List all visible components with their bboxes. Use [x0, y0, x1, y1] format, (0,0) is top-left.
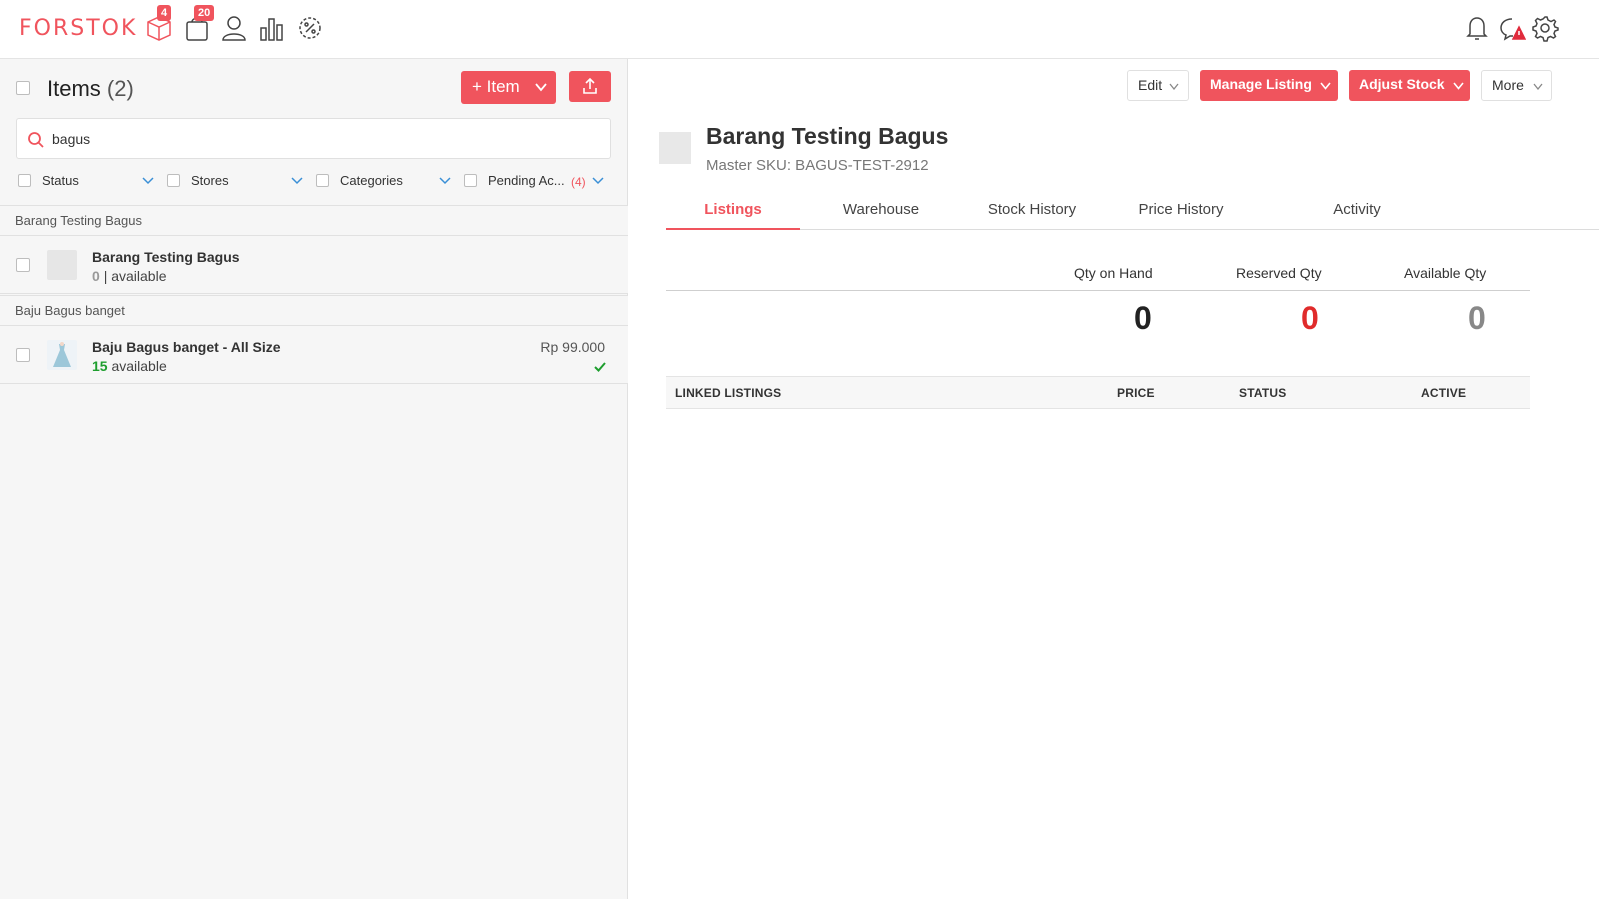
search-box[interactable]: bagus — [16, 118, 611, 159]
product-sku: Master SKU: BAGUS-TEST-2912 — [706, 157, 929, 174]
item-available-label: available — [111, 358, 167, 374]
adjust-stock-button[interactable]: Adjust Stock — [1349, 70, 1470, 101]
available-qty-value: 0 — [1468, 300, 1486, 336]
alerts-button[interactable] — [1498, 14, 1527, 42]
item-thumbnail — [47, 250, 77, 280]
nav-reports[interactable] — [258, 14, 286, 42]
more-label: More — [1492, 77, 1524, 93]
manage-listing-button[interactable]: Manage Listing — [1200, 70, 1338, 101]
chevron-down-icon[interactable] — [142, 177, 154, 185]
linked-listings-header: LINKED LISTINGS PRICE STATUS ACTIVE — [666, 376, 1530, 409]
chevron-down-icon[interactable] — [291, 177, 303, 185]
edit-button[interactable]: Edit — [1127, 70, 1189, 101]
categories-filter-label[interactable]: Categories — [340, 173, 403, 188]
item-detail-panel: Edit Manage Listing Adjust Stock More Ba… — [628, 59, 1599, 899]
list-item[interactable]: Baju Bagus banget - All Size 15 availabl… — [0, 326, 628, 384]
upload-icon — [583, 77, 597, 94]
bar-chart-icon — [260, 18, 283, 41]
nav-badge: 20 — [194, 5, 215, 21]
items-title: Items (2) — [47, 76, 134, 102]
item-qty: 15 — [92, 358, 108, 374]
available-qty-label: Available Qty — [1404, 265, 1487, 281]
item-name[interactable]: Barang Testing Bagus — [92, 249, 240, 265]
dress-image-icon — [53, 342, 71, 367]
forstok-logo[interactable]: FORSTOK — [19, 16, 137, 41]
items-count: (2) — [106, 76, 134, 101]
reserved-qty-label: Reserved Qty — [1236, 265, 1322, 281]
pending-filter-checkbox[interactable] — [464, 174, 477, 187]
col-price: PRICE — [1117, 386, 1155, 400]
nav-promotions[interactable] — [296, 14, 324, 42]
search-icon — [28, 132, 44, 148]
notifications-button[interactable] — [1463, 14, 1491, 42]
categories-filter-checkbox[interactable] — [316, 174, 329, 187]
product-thumbnail — [659, 132, 691, 164]
qty-on-hand-value: 0 — [1134, 300, 1152, 336]
top-navbar: FORSTOK 4 20 — [0, 0, 1599, 59]
bell-icon — [1466, 17, 1488, 40]
product-title: Barang Testing Bagus — [706, 123, 949, 149]
select-all-checkbox[interactable] — [16, 81, 30, 95]
export-button[interactable] — [569, 71, 611, 102]
nav-orders[interactable]: 20 — [183, 5, 215, 42]
nav-badge: 4 — [157, 5, 172, 21]
reserved-qty-value: 0 — [1301, 300, 1319, 336]
col-status: STATUS — [1239, 386, 1287, 400]
chevron-down-icon — [1453, 82, 1464, 90]
group-header: Baju Bagus banget — [0, 295, 628, 326]
chevron-down-icon — [535, 83, 547, 92]
pending-count: (4) — [571, 175, 586, 189]
group-header: Barang Testing Bagus — [0, 205, 628, 236]
item-available-label: | available — [103, 268, 167, 284]
nav-items[interactable]: 4 — [145, 5, 173, 42]
item-checkbox[interactable] — [16, 258, 30, 272]
check-icon — [594, 362, 606, 372]
list-item[interactable]: Barang Testing Bagus 0 | available — [0, 236, 628, 294]
tab-warehouse[interactable]: Warehouse — [824, 199, 938, 230]
detail-tabs: Listings Warehouse Stock History Price H… — [666, 199, 1599, 230]
qty-on-hand-label: Qty on Hand — [1074, 265, 1153, 281]
tab-listings[interactable]: Listings — [666, 199, 800, 230]
chevron-down-icon[interactable] — [439, 177, 451, 185]
stores-filter-label[interactable]: Stores — [191, 173, 229, 188]
promotion-icon — [299, 17, 321, 39]
nav-customers[interactable] — [220, 14, 248, 42]
chevron-down-icon — [1169, 83, 1179, 90]
pending-filter-label[interactable]: Pending Ac... — [488, 173, 565, 188]
items-title-label: Items — [47, 76, 101, 101]
add-item-label: + Item — [472, 77, 520, 96]
more-button[interactable]: More — [1481, 70, 1552, 101]
divider — [666, 290, 1530, 291]
item-availability: 15 available — [92, 358, 167, 374]
edit-label: Edit — [1138, 77, 1163, 93]
item-thumbnail — [47, 340, 77, 370]
status-filter-label[interactable]: Status — [42, 173, 79, 188]
item-checkbox[interactable] — [16, 348, 30, 362]
item-name[interactable]: Baju Bagus banget - All Size — [92, 339, 281, 355]
add-item-button[interactable]: + Item — [461, 71, 556, 104]
chevron-down-icon[interactable] — [592, 177, 604, 185]
search-input[interactable]: bagus — [52, 131, 90, 147]
chevron-down-icon — [1533, 83, 1543, 90]
adjust-stock-label: Adjust Stock — [1359, 76, 1445, 92]
tab-stock-history[interactable]: Stock History — [971, 199, 1093, 230]
col-active: ACTIVE — [1421, 386, 1467, 400]
manage-listing-label: Manage Listing — [1210, 76, 1312, 92]
settings-button[interactable] — [1531, 14, 1559, 42]
item-qty: 0 — [92, 268, 100, 284]
tab-activity[interactable]: Activity — [1284, 199, 1430, 230]
col-linked-listings: LINKED LISTINGS — [675, 386, 782, 400]
status-filter-checkbox[interactable] — [18, 174, 31, 187]
user-icon — [222, 16, 246, 41]
gear-icon — [1532, 16, 1559, 42]
chevron-down-icon — [1320, 82, 1331, 90]
item-price: Rp 99.000 — [540, 339, 605, 355]
tab-price-history[interactable]: Price History — [1119, 199, 1243, 230]
item-availability: 0 | available — [92, 268, 166, 284]
alert-chat-icon — [1500, 18, 1527, 41]
items-panel: Items (2) + Item bagus Status Stores Cat… — [0, 59, 628, 899]
stores-filter-checkbox[interactable] — [167, 174, 180, 187]
